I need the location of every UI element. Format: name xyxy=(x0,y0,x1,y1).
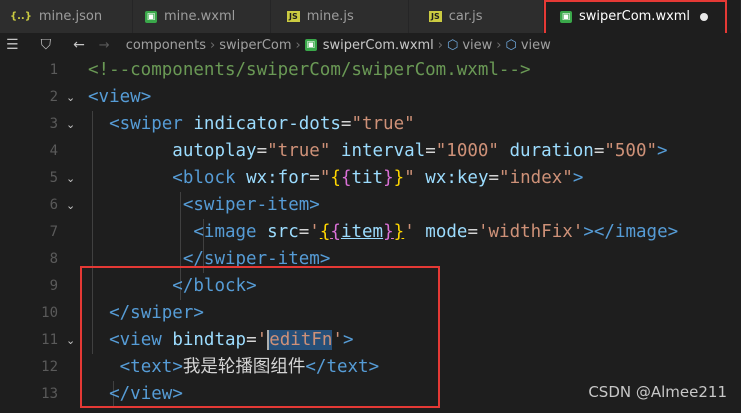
json-file-icon: {..} xyxy=(10,11,32,22)
cube-icon: ⬡ xyxy=(505,37,517,53)
chevron-right-icon: › xyxy=(210,37,216,53)
variable: item xyxy=(340,222,384,242)
tab-label: mine.wxml xyxy=(164,9,236,24)
breadcrumb-item[interactable]: view xyxy=(521,38,551,53)
attr-name: autoplay xyxy=(172,141,257,161)
back-arrow-icon[interactable]: ← xyxy=(73,37,85,53)
attr-value: "500" xyxy=(604,141,658,161)
line-number: 6 xyxy=(49,197,58,213)
breadcrumb-item[interactable]: view xyxy=(462,38,492,53)
wxml-file-icon: ▣ xyxy=(145,10,157,23)
attr-name: wx:key xyxy=(425,168,489,188)
tab-car-js[interactable]: JS car.js xyxy=(409,0,544,33)
attr-value: "true" xyxy=(351,114,415,134)
attr-name: interval xyxy=(340,141,426,161)
chevron-right-icon: › xyxy=(295,37,301,53)
chevron-down-icon[interactable]: ⌄ xyxy=(66,111,75,138)
tab-mine-js[interactable]: JS mine.js xyxy=(271,0,409,33)
tab-label: mine.js xyxy=(306,9,354,24)
breadcrumb-item[interactable]: swiperCom xyxy=(219,38,291,53)
code-text[interactable]: <!--components/swiperCom/swiperCom.wxml-… xyxy=(88,57,531,84)
wxml-file-icon: ▣ xyxy=(304,39,317,51)
cube-icon: ⬡ xyxy=(447,37,459,53)
attr-value: 'widthFix' xyxy=(477,222,584,242)
line-number: 5 xyxy=(49,170,58,186)
breadcrumb: ☰ ⛉ ← → components › swiperCom › ▣ swipe… xyxy=(0,33,741,57)
line-number: 9 xyxy=(49,278,58,294)
attr-name: duration xyxy=(509,141,594,161)
js-file-icon: JS xyxy=(287,11,300,22)
code-line: 2 ⌄ <view> xyxy=(0,84,741,111)
comment: <!--components/swiperCom/swiperCom.wxml-… xyxy=(88,60,531,80)
attr-value: "1000" xyxy=(435,141,499,161)
js-file-icon: JS xyxy=(429,11,442,22)
line-number: 7 xyxy=(49,224,58,240)
attr-name: indicator-dots xyxy=(193,114,341,134)
line-number: 3 xyxy=(49,116,58,132)
chevron-down-icon[interactable]: ⌄ xyxy=(66,192,75,219)
code-line: 4 autoplay="true" interval="1000" durati… xyxy=(0,138,741,165)
highlight-box xyxy=(544,0,727,37)
chevron-down-icon[interactable]: ⌄ xyxy=(66,84,75,111)
line-number: 11 xyxy=(41,332,58,348)
tab-mine-wxml[interactable]: ▣ mine.wxml xyxy=(133,0,271,33)
bookmark-icon[interactable]: ⛉ xyxy=(41,37,52,53)
tag-name: image xyxy=(614,222,668,242)
forward-arrow-icon[interactable]: → xyxy=(99,38,110,53)
list-icon[interactable]: ☰ xyxy=(6,37,19,53)
code-line: 5 ⌄ <block wx:for="{{tit}}" wx:key="inde… xyxy=(0,165,741,192)
code-text[interactable]: <image src='{{item}}' mode='widthFix'></… xyxy=(88,219,678,246)
attr-value: "index" xyxy=(499,168,573,188)
chevron-down-icon[interactable]: ⌄ xyxy=(66,165,75,192)
line-number: 12 xyxy=(41,359,58,375)
chevron-down-icon[interactable]: ⌄ xyxy=(66,327,75,354)
tab-label: car.js xyxy=(448,9,483,24)
line-number: 13 xyxy=(41,386,58,402)
code-line: 7 <image src='{{item}}' mode='widthFix'>… xyxy=(0,219,741,246)
line-number: 1 xyxy=(49,62,58,78)
code-line: 6 ⌄ <swiper-item> xyxy=(0,192,741,219)
tag-name: swiper xyxy=(119,114,183,134)
code-text[interactable]: autoplay="true" interval="1000" duration… xyxy=(88,138,667,165)
tab-mine-json[interactable]: {..} mine.json xyxy=(0,0,133,33)
tag-name: image xyxy=(203,222,257,242)
breadcrumb-item[interactable]: swiperCom.wxml xyxy=(323,38,434,53)
tag-name: block xyxy=(182,168,236,188)
tag-name: view xyxy=(98,87,141,107)
attr-value: "true" xyxy=(267,141,331,161)
chevron-right-icon: › xyxy=(496,37,502,53)
attr-name: src xyxy=(267,222,299,242)
line-number: 2 xyxy=(49,89,58,105)
watermark: CSDN @Almee211 xyxy=(588,383,727,401)
variable: tit xyxy=(351,168,384,188)
line-number: 8 xyxy=(49,251,58,267)
breadcrumb-item[interactable]: components xyxy=(126,38,206,53)
tab-label: mine.json xyxy=(38,9,103,24)
highlight-box xyxy=(80,266,440,408)
code-text[interactable]: <swiper-item> xyxy=(88,192,320,219)
code-text[interactable]: <view> xyxy=(88,84,151,111)
tag-name: swiper-item xyxy=(193,195,310,215)
code-text[interactable]: <swiper indicator-dots="true" xyxy=(88,111,415,138)
attr-name: wx:for xyxy=(246,168,310,188)
line-number: 4 xyxy=(49,143,58,159)
attr-name: mode xyxy=(425,222,468,242)
code-line: 3 ⌄ <swiper indicator-dots="true" xyxy=(0,111,741,138)
code-text[interactable]: <block wx:for="{{tit}}" wx:key="index"> xyxy=(88,165,583,192)
line-number: 10 xyxy=(41,305,58,321)
code-line: 1 <!--components/swiperCom/swiperCom.wxm… xyxy=(0,57,741,84)
chevron-right-icon: › xyxy=(437,37,443,53)
